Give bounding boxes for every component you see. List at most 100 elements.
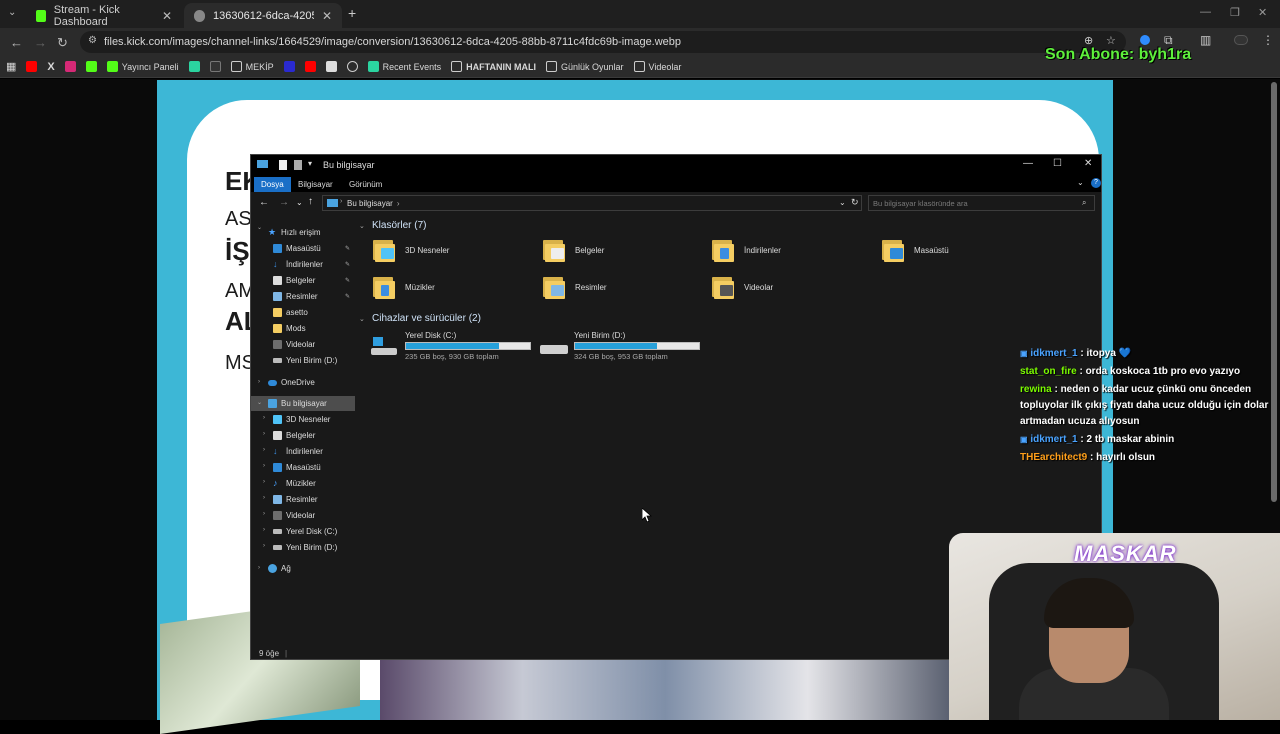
youtube-icon-2[interactable]	[304, 61, 316, 72]
site-info-icon[interactable]: ⚙	[88, 35, 97, 46]
drives-header[interactable]: Cihazlar ve sürücüler (2)	[372, 313, 481, 324]
help-icon[interactable]: ?	[1091, 178, 1101, 188]
minimize-icon[interactable]: —	[1023, 158, 1033, 169]
bookmark-mekip[interactable]: MEKİP	[230, 61, 274, 72]
folder-videolar[interactable]: Videolar	[712, 275, 773, 299]
address-bar[interactable]: ⚙ files.kick.com/images/channel-links/16…	[80, 31, 1126, 53]
youtube-icon[interactable]	[26, 61, 38, 72]
nav-yerel-disk[interactable]: Yerel Disk (C:)	[273, 524, 337, 539]
explorer-address-box[interactable]: › Bu bilgisayar › ⌄ ↻	[322, 195, 862, 211]
nav-masaustu[interactable]: Masaüstü	[273, 241, 321, 256]
bookmark-gunluk-oyunlar[interactable]: Günlük Oyunlar	[546, 61, 624, 72]
expand-ribbon-icon[interactable]: ⌄	[1077, 178, 1084, 187]
nav-bu-bilgisayar[interactable]: Bu bilgisayar	[251, 396, 355, 411]
nav-muzikler[interactable]: ♪ Müzikler	[273, 476, 316, 491]
minimize-icon[interactable]: —	[1200, 6, 1211, 18]
quick-access-dropdown-icon[interactable]: ▾	[308, 159, 312, 168]
forward-icon[interactable]: →	[34, 35, 47, 50]
apps-icon[interactable]: ▦	[6, 60, 16, 73]
bookmark-recent-events[interactable]: Recent Events	[367, 61, 441, 72]
up-icon[interactable]: ↑	[308, 196, 313, 207]
globe-bookmark-icon[interactable]	[346, 61, 358, 72]
nav-belgeler[interactable]: Belgeler	[273, 273, 315, 288]
chevron-right-icon[interactable]: ›	[263, 479, 265, 485]
page-scrollbar[interactable]	[1271, 82, 1277, 502]
nav-masaustu-pc[interactable]: Masaüstü	[273, 460, 321, 475]
bookmark-haftanin-mali[interactable]: HAFTANIN MALI	[451, 61, 536, 72]
tab-gorunum[interactable]: Görünüm	[342, 177, 389, 192]
nav-yeni-birim[interactable]: Yeni Birim (D:)	[273, 353, 337, 368]
nav-indirilenler[interactable]: ↓ İndirilenler	[273, 257, 323, 272]
tab-dosya[interactable]: Dosya	[254, 177, 291, 192]
drive-d[interactable]: Yeni Birim (D:) 324 GB boş, 953 GB topla…	[540, 331, 710, 365]
chevron-right-icon[interactable]: ›	[263, 527, 265, 533]
folders-header[interactable]: Klasörler (7)	[372, 220, 426, 231]
drive-c[interactable]: Yerel Disk (C:) 235 GB boş, 930 GB topla…	[371, 331, 541, 365]
nav-resimler[interactable]: Resimler	[273, 289, 318, 304]
terminal-icon[interactable]	[209, 61, 221, 72]
chevron-right-icon[interactable]: ›	[263, 495, 265, 501]
search-icon[interactable]: ⌕	[1082, 198, 1086, 208]
folder-indirilenler[interactable]: İndirilenler	[712, 238, 781, 262]
chevron-down-icon[interactable]: ⌄	[839, 198, 846, 207]
chevron-down-icon[interactable]: ⌄	[257, 399, 262, 406]
nav-yeni-birim-pc[interactable]: Yeni Birim (D:)	[273, 540, 337, 555]
chevron-right-icon[interactable]: ›	[263, 431, 265, 437]
tab-kick-dashboard[interactable]: Stream - Kick Dashboard ✕	[26, 3, 182, 28]
nav-indirilenler-pc[interactable]: ↓ İndirilenler	[273, 444, 323, 459]
nav-onedrive[interactable]: OneDrive	[268, 375, 315, 390]
tab-image[interactable]: 13630612-6dca-4205-88bb-87... ✕	[184, 3, 342, 28]
maximize-icon[interactable]: ☐	[1053, 158, 1062, 169]
chevron-right-icon[interactable]: ›	[263, 463, 265, 469]
new-folder-icon[interactable]	[294, 160, 302, 170]
folder-3d-nesneler[interactable]: 3D Nesneler	[373, 238, 449, 262]
menu-icon[interactable]: ⋮	[1262, 33, 1274, 47]
blue-app-icon[interactable]	[283, 61, 295, 72]
nav-asetto[interactable]: asetto	[273, 305, 308, 320]
kick-icon[interactable]	[85, 61, 97, 72]
image-icon[interactable]	[325, 61, 337, 72]
nav-mods[interactable]: Mods	[273, 321, 306, 336]
close-tab-icon[interactable]: ✕	[162, 9, 172, 23]
back-icon[interactable]: ←	[10, 35, 23, 50]
close-icon[interactable]: ✕	[1084, 158, 1092, 169]
chevron-right-icon[interactable]: ›	[258, 565, 260, 571]
nav-3d-nesneler[interactable]: 3D Nesneler	[273, 412, 330, 427]
profile-avatar[interactable]	[1234, 35, 1248, 45]
bookmark-videolar[interactable]: Videolar	[633, 61, 681, 72]
folder-belgeler[interactable]: Belgeler	[543, 238, 604, 262]
instagram-icon[interactable]	[64, 61, 76, 72]
nav-hizli-erisim[interactable]: ★ Hızlı erişim	[268, 225, 321, 240]
tab-bilgisayar[interactable]: Bilgisayar	[291, 177, 340, 192]
nav-videolar[interactable]: Videolar	[273, 337, 315, 352]
chevron-down-icon[interactable]: ⌄	[359, 315, 365, 323]
chevron-down-icon[interactable]: ⌄	[257, 224, 262, 231]
properties-icon[interactable]	[279, 160, 287, 170]
back-icon[interactable]: ←	[259, 197, 269, 208]
folder-masaustu[interactable]: Masaüstü	[882, 238, 949, 262]
nav-belgeler-pc[interactable]: Belgeler	[273, 428, 315, 443]
nav-resimler-pc[interactable]: Resimler	[273, 492, 318, 507]
chevron-right-icon[interactable]: ›	[263, 511, 265, 517]
chevron-right-icon[interactable]: ›	[258, 379, 260, 385]
close-tab-icon[interactable]: ✕	[322, 9, 332, 23]
restore-icon[interactable]: ❐	[1230, 6, 1240, 19]
recent-dropdown-icon[interactable]: ⌄	[296, 198, 303, 207]
refresh-icon[interactable]: ↻	[851, 197, 859, 208]
chevron-right-icon[interactable]: ›	[263, 415, 265, 421]
forward-icon[interactable]: →	[279, 197, 289, 208]
reload-icon[interactable]: ↻	[57, 35, 68, 51]
bookmark-yayinci[interactable]: Yayıncı Paneli	[106, 61, 179, 72]
sidebar-icon[interactable]: ▥	[1200, 33, 1211, 47]
extension-icon[interactable]	[1140, 35, 1150, 45]
app-icon[interactable]	[188, 61, 200, 72]
explorer-search-input[interactable]: Bu bilgisayar klasöründe ara ⌕	[868, 195, 1095, 211]
x-icon[interactable]: X	[47, 61, 54, 73]
folder-muzikler[interactable]: Müzikler	[373, 275, 435, 299]
tab-search-icon[interactable]: ⌄	[8, 7, 16, 18]
chevron-down-icon[interactable]: ⌄	[359, 222, 365, 230]
folder-resimler[interactable]: Resimler	[543, 275, 607, 299]
chevron-right-icon[interactable]: ›	[263, 543, 265, 549]
nav-ag[interactable]: Ağ	[268, 561, 291, 576]
chevron-right-icon[interactable]: ›	[263, 447, 265, 453]
